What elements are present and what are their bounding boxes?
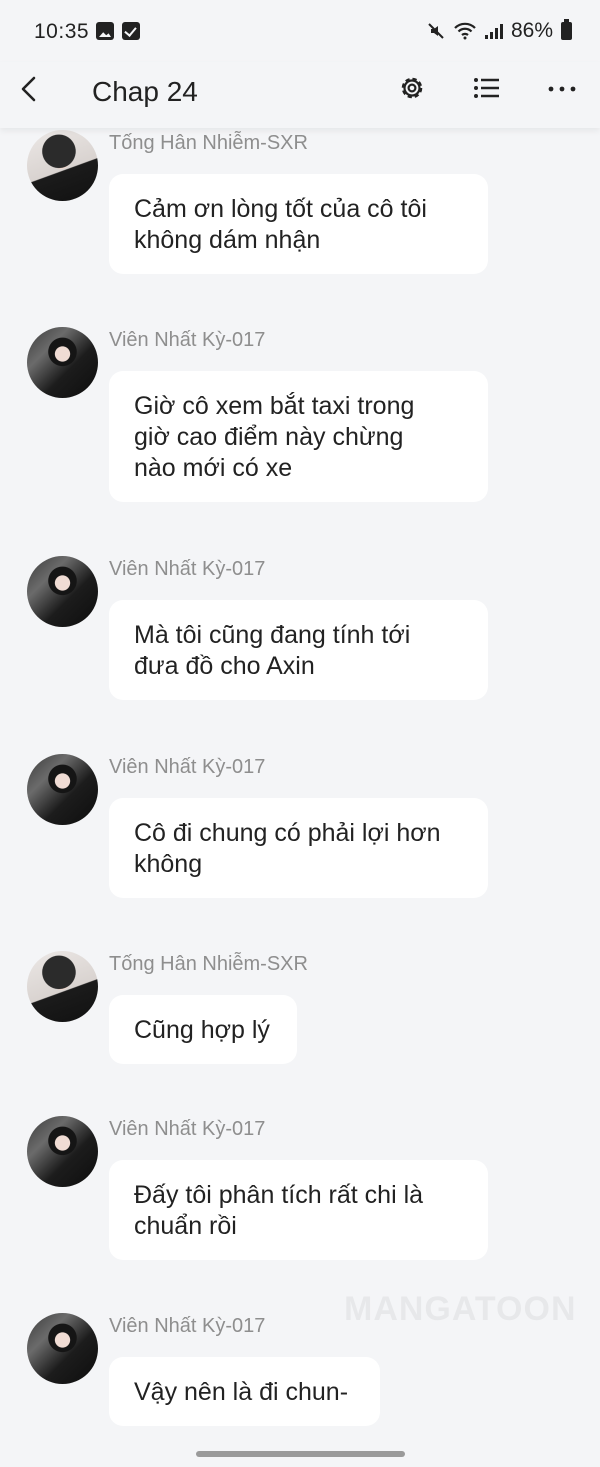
wifi-icon bbox=[454, 22, 476, 40]
avatar[interactable] bbox=[27, 130, 98, 201]
sender-name: Viên Nhất Kỳ-017 bbox=[109, 329, 266, 351]
status-time: 10:35 bbox=[34, 20, 90, 43]
avatar[interactable] bbox=[27, 327, 98, 398]
sender-name: Viên Nhất Kỳ-017 bbox=[109, 1315, 266, 1337]
message-bubble: Cũng hợp lý bbox=[109, 995, 297, 1064]
status-right: 86% bbox=[427, 19, 572, 43]
status-left-icons bbox=[96, 22, 140, 40]
avatar[interactable] bbox=[27, 1116, 98, 1187]
message-bubble: Vậy nên là đi chun- bbox=[109, 1357, 380, 1426]
page-title: Chap 24 bbox=[92, 76, 198, 107]
message-text: Cô đi chung có phải lợi hơn bbox=[134, 819, 441, 847]
chat-thread[interactable]: Tống Hân Nhiễm-SXR Cảm ơn lòng tốt của c… bbox=[0, 128, 600, 1433]
sender-name: Viên Nhất Kỳ-017 bbox=[109, 1118, 266, 1140]
message-bubble: Đấy tôi phân tích rất chi là chuẩn rồi bbox=[109, 1160, 488, 1260]
message-bubble: Cảm ơn lòng tốt của cô tôi không dám nhậ… bbox=[109, 174, 488, 274]
avatar[interactable] bbox=[27, 556, 98, 627]
message-text: Cảm ơn lòng tốt của cô tôi bbox=[134, 195, 427, 223]
mute-icon bbox=[428, 23, 444, 39]
battery-level: 86% bbox=[510, 19, 553, 42]
message-text: chuẩn rồi bbox=[134, 1212, 237, 1240]
top-app-bar: Chap 24 bbox=[0, 62, 600, 128]
message-text: Cũng hợp lý bbox=[134, 1016, 270, 1044]
message-text: giờ cao điểm này chừng bbox=[134, 423, 404, 451]
avatar[interactable] bbox=[27, 754, 98, 825]
message-bubble: Giờ cô xem bắt taxi trong giờ cao điểm n… bbox=[109, 371, 488, 502]
message-text: Vậy nên là đi chun- bbox=[134, 1378, 349, 1406]
checkbox-icon bbox=[122, 22, 140, 40]
sender-name: Viên Nhất Kỳ-017 bbox=[109, 558, 266, 580]
avatar[interactable] bbox=[27, 951, 98, 1022]
message-bubble: Mà tôi cũng đang tính tới đưa đồ cho Axi… bbox=[109, 600, 488, 700]
message-bubble: Cô đi chung có phải lợi hơn không bbox=[109, 798, 488, 898]
more-icon[interactable] bbox=[546, 72, 578, 104]
message-text: không dám nhận bbox=[134, 226, 321, 254]
home-indicator[interactable] bbox=[196, 1451, 405, 1457]
list-icon[interactable] bbox=[471, 72, 503, 104]
sender-name: Tống Hân Nhiễm-SXR bbox=[109, 132, 308, 154]
avatar[interactable] bbox=[27, 1313, 98, 1384]
message-text: Giờ cô xem bắt taxi trong bbox=[134, 392, 415, 420]
gallery-icon bbox=[96, 22, 114, 40]
status-bar: 10:35 86% bbox=[0, 0, 600, 62]
signal-icon bbox=[484, 23, 503, 39]
message-text: đưa đồ cho Axin bbox=[134, 652, 315, 680]
sender-name: Viên Nhất Kỳ-017 bbox=[109, 756, 266, 778]
message-text: Mà tôi cũng đang tính tới bbox=[134, 621, 411, 649]
battery-icon bbox=[561, 19, 572, 40]
message-text: nào mới có xe bbox=[134, 454, 293, 482]
message-text: Đấy tôi phân tích rất chi là bbox=[134, 1181, 424, 1209]
watermark-logo: MANGATOON bbox=[344, 1290, 577, 1328]
back-arrow-icon[interactable] bbox=[16, 74, 46, 104]
gear-icon[interactable] bbox=[396, 72, 428, 104]
message-text: không bbox=[134, 850, 203, 878]
sender-name: Tống Hân Nhiễm-SXR bbox=[109, 953, 308, 975]
